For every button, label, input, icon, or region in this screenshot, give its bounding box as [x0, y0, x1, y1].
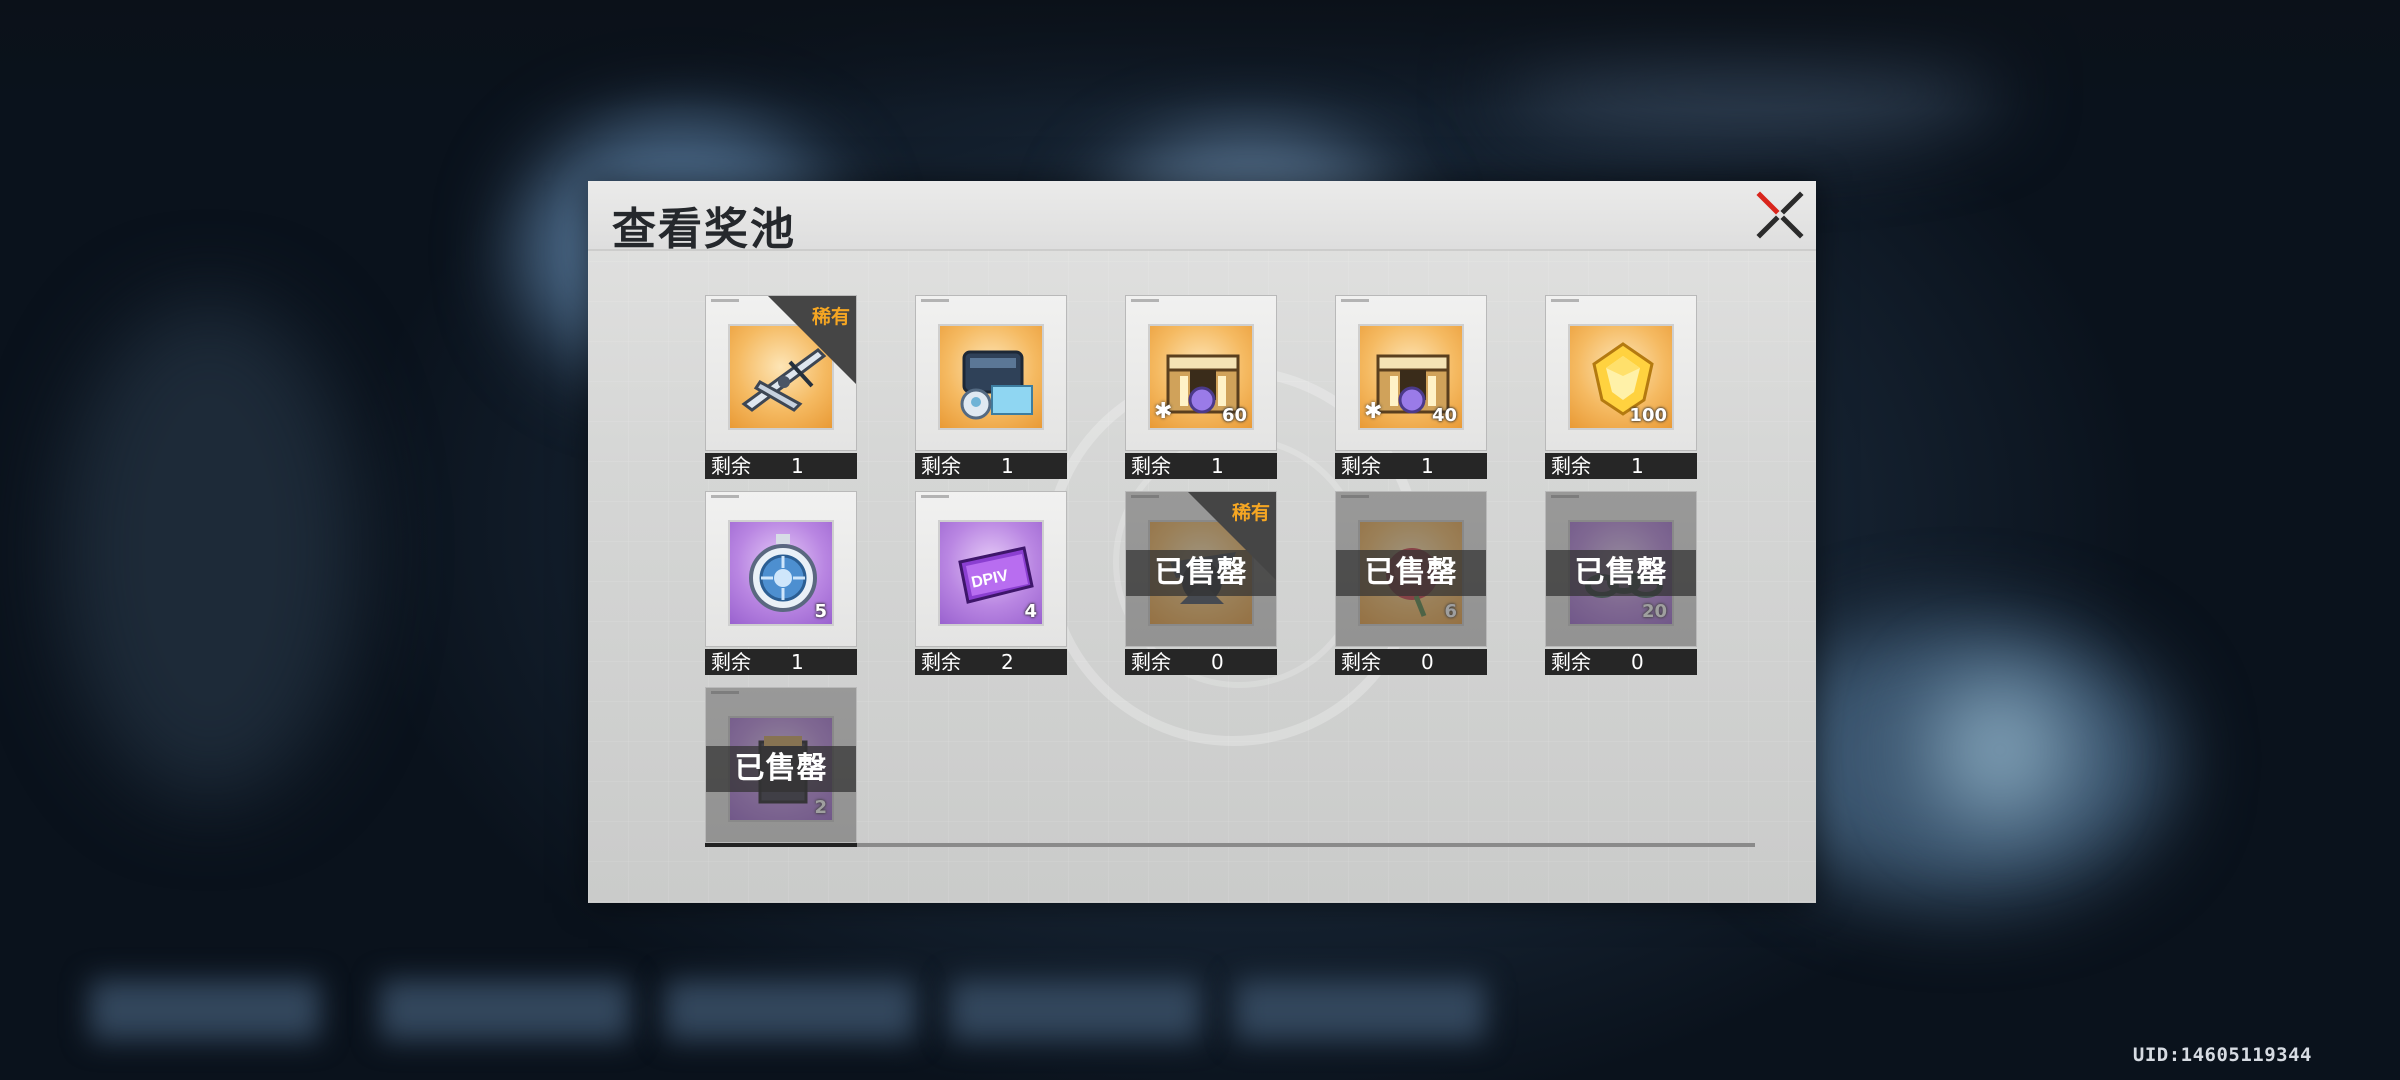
prize-card: ✱ 40	[1335, 295, 1487, 451]
sold-out-label: 已售罄	[1336, 550, 1486, 596]
scroll-thumb[interactable]	[705, 843, 857, 847]
remaining-count-bar: 剩余 1	[1125, 453, 1277, 479]
item-quantity: 4	[1024, 601, 1037, 622]
close-icon	[1756, 191, 1804, 239]
card-tick	[921, 495, 949, 498]
prize-slot[interactable]: DPIV 4 剩余 2	[915, 491, 1067, 675]
card-tick	[1131, 299, 1159, 302]
prize-card: 已售罄 稀有	[1125, 491, 1277, 647]
remaining-label: 剩余	[1551, 650, 1591, 674]
prize-slot[interactable]: ✱ 40 剩余 1	[1335, 295, 1487, 479]
prize-card: 稀有	[705, 295, 857, 451]
card-tick	[711, 495, 739, 498]
prize-slot[interactable]: 100 剩余 1	[1545, 295, 1697, 479]
remaining-label: 剩余	[1551, 454, 1591, 478]
remaining-label: 剩余	[1131, 454, 1171, 478]
prize-slot[interactable]: 20已售罄剩余 0	[1545, 491, 1697, 675]
prize-slot[interactable]: 稀有剩余 1	[705, 295, 857, 479]
card-tick	[711, 299, 739, 302]
prize-slot[interactable]: ✱ 60 剩余 1	[1125, 295, 1277, 479]
prize-slot[interactable]: 剩余 1	[915, 295, 1067, 479]
remaining-count-bar: 剩余 1	[915, 453, 1067, 479]
remaining-value: 1	[1421, 454, 1434, 478]
ticket-item-icon: DPIV 4	[938, 520, 1044, 626]
remaining-count-bar: 剩余 2	[915, 649, 1067, 675]
prize-card: 100	[1545, 295, 1697, 451]
item-quantity: 5	[814, 601, 827, 622]
remaining-count-bar: 剩余 0	[1335, 649, 1487, 675]
prize-slot[interactable]: 5 剩余 1	[705, 491, 857, 675]
puzzle-piece-icon: ✱	[1364, 399, 1383, 424]
prize-card	[915, 295, 1067, 451]
sold-out-label: 已售罄	[1546, 550, 1696, 596]
chest-item-icon: ✱ 60	[1148, 324, 1254, 430]
remaining-label: 剩余	[711, 650, 751, 674]
sold-out-overlay: 已售罄	[1546, 492, 1696, 646]
remaining-count-bar: 剩余 1	[705, 649, 857, 675]
prize-slot[interactable]: 2已售罄	[705, 687, 857, 869]
stopwatch-item-icon: 5	[728, 520, 834, 626]
remaining-count-bar: 剩余 1	[1545, 453, 1697, 479]
prize-pool-dialog: 查看奖池 稀有 剩余 1 剩余 1 ✱ 60 剩余 1 ✱ 40 剩余 1 100 剩余 1 5 剩余 1 DPIV 4…	[588, 181, 1816, 903]
remaining-count-bar: 剩余 1	[1335, 453, 1487, 479]
silver-crossbow-item-icon	[728, 324, 834, 430]
sold-out-overlay: 已售罄	[1126, 492, 1276, 646]
remaining-value: 1	[791, 454, 804, 478]
item-quantity: 100	[1629, 405, 1667, 426]
gold-gem-item-icon: 100	[1568, 324, 1674, 430]
remaining-label: 剩余	[1341, 454, 1381, 478]
remaining-label: 剩余	[1131, 650, 1171, 674]
remaining-value: 0	[1211, 650, 1224, 674]
dialog-header: 查看奖池	[588, 181, 1816, 255]
sold-out-overlay: 已售罄	[1336, 492, 1486, 646]
uid-label: UID:14605119344	[2132, 1044, 2312, 1066]
prize-card: 2已售罄	[705, 687, 857, 843]
remaining-count-bar: 剩余 0	[1125, 649, 1277, 675]
prize-slot[interactable]: 6已售罄剩余 0	[1335, 491, 1487, 675]
prize-card: ✱ 60	[1125, 295, 1277, 451]
device-item-icon	[938, 324, 1044, 430]
remaining-value: 1	[1211, 454, 1224, 478]
remaining-value: 2	[1001, 650, 1014, 674]
card-tick	[1341, 299, 1369, 302]
remaining-value: 0	[1631, 650, 1644, 674]
remaining-value: 1	[1631, 454, 1644, 478]
remaining-value: 1	[791, 650, 804, 674]
item-quantity: 40	[1431, 405, 1457, 426]
remaining-count-bar: 剩余 0	[1545, 649, 1697, 675]
remaining-label: 剩余	[921, 650, 961, 674]
card-tick	[921, 299, 949, 302]
item-quantity: 60	[1221, 405, 1247, 426]
card-tick	[1551, 299, 1579, 302]
remaining-label: 剩余	[711, 454, 751, 478]
prize-card: DPIV 4	[915, 491, 1067, 647]
sold-out-label: 已售罄	[1126, 550, 1276, 596]
remaining-value: 0	[1421, 650, 1434, 674]
remaining-count-bar: 剩余 1	[705, 453, 857, 479]
scroll-indicator[interactable]	[705, 843, 1755, 847]
dialog-title: 查看奖池	[612, 204, 796, 255]
sold-out-overlay: 已售罄	[706, 688, 856, 842]
sold-out-label: 已售罄	[706, 746, 856, 792]
remaining-label: 剩余	[921, 454, 961, 478]
remaining-value: 1	[1001, 454, 1014, 478]
remaining-label: 剩余	[1341, 650, 1381, 674]
chest-item-icon: ✱ 40	[1358, 324, 1464, 430]
prize-card: 20已售罄	[1545, 491, 1697, 647]
prize-card: 6已售罄	[1335, 491, 1487, 647]
prize-card: 5	[705, 491, 857, 647]
puzzle-piece-icon: ✱	[1154, 399, 1173, 424]
close-button[interactable]	[1754, 189, 1806, 241]
prize-slot[interactable]: 已售罄 稀有剩余 0	[1125, 491, 1277, 675]
prize-grid: 稀有 剩余 1 剩余 1 ✱ 60 剩余 1 ✱ 40 剩余 1 100 剩余 1 5 剩余 1 DPIV 4 剩余 2 已售…	[705, 295, 1746, 855]
